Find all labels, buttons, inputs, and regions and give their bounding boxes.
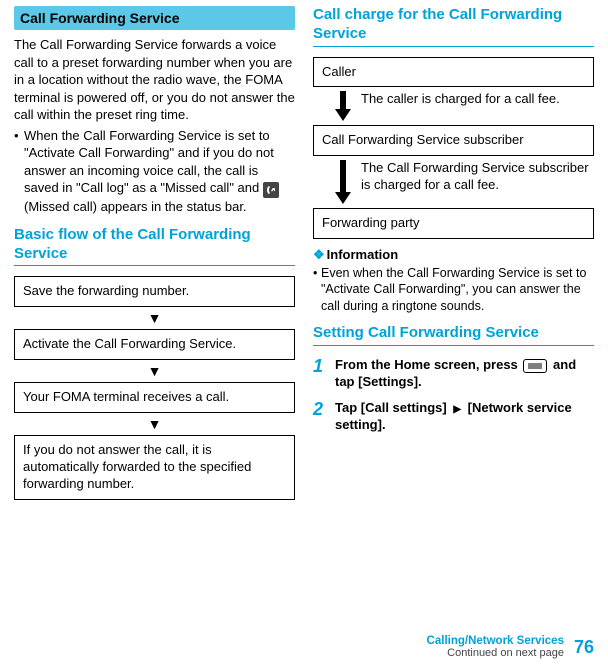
call-charge-heading: Call charge for the Call Forwarding Serv…: [313, 6, 594, 46]
footer-continued: Continued on next page: [427, 647, 564, 659]
charge-text: The Call Forwarding Service subscriber i…: [355, 160, 594, 194]
charge-row: The Call Forwarding Service subscriber i…: [313, 156, 594, 208]
step-number: 1: [313, 356, 335, 391]
information-label: Information: [327, 247, 399, 262]
charge-box-caller: Caller: [313, 57, 594, 88]
information-heading: ❖Information: [313, 247, 594, 263]
intro-text: The Call Forwarding Service forwards a v…: [14, 36, 295, 124]
down-arrow-icon: [331, 91, 355, 121]
charge-row: The caller is charged for a call fee.: [313, 87, 594, 125]
triangle-icon: ▶: [453, 404, 461, 415]
bullet-post: (Missed call) appears in the status bar.: [24, 199, 247, 214]
flow-arrow-icon: ▼: [14, 311, 295, 325]
setting-heading: Setting Call Forwarding Service: [313, 324, 594, 345]
bullet-dot: •: [313, 265, 321, 314]
bullet-pre: When the Call Forwarding Service is set …: [24, 128, 274, 196]
step-1: 1 From the Home screen, press and tap [S…: [313, 356, 594, 391]
flow-step: Your FOMA terminal receives a call.: [14, 382, 295, 413]
footer-service: Calling/Network Services: [427, 635, 564, 647]
flow-step: Save the forwarding number.: [14, 276, 295, 307]
charge-box-subscriber: Call Forwarding Service subscriber: [313, 125, 594, 156]
footer-page-number: 76: [574, 637, 594, 658]
clover-icon: ❖: [313, 247, 325, 262]
step-body: From the Home screen, press and tap [Set…: [335, 356, 594, 391]
flow-arrow-icon: ▼: [14, 417, 295, 431]
step-text-pre: From the Home screen, press: [335, 357, 521, 372]
charge-box-forwarding: Forwarding party: [313, 208, 594, 239]
flow-step: If you do not answer the call, it is aut…: [14, 435, 295, 500]
info-bullet: • Even when the Call Forwarding Service …: [313, 265, 594, 314]
info-bullet-text: Even when the Call Forwarding Service is…: [321, 265, 594, 314]
step-2: 2 Tap [Call settings] ▶ [Network service…: [313, 399, 594, 434]
section-banner: Call Forwarding Service: [14, 6, 295, 30]
step-text-pre: Tap [Call settings]: [335, 400, 450, 415]
step-number: 2: [313, 399, 335, 434]
bullet-dot: •: [14, 127, 24, 216]
basic-flow-heading: Basic flow of the Call Forwarding Servic…: [14, 226, 295, 266]
down-arrow-icon: [331, 160, 355, 204]
intro-bullet: • When the Call Forwarding Service is se…: [14, 127, 295, 216]
missed-call-icon: [263, 182, 279, 198]
step-body: Tap [Call settings] ▶ [Network service s…: [335, 399, 594, 434]
page-footer: Calling/Network Services Continued on ne…: [427, 635, 594, 659]
flow-step: Activate the Call Forwarding Service.: [14, 329, 295, 360]
intro-paragraph: The Call Forwarding Service forwards a v…: [14, 36, 295, 124]
menu-key-icon: [523, 359, 547, 373]
bullet-content: When the Call Forwarding Service is set …: [24, 127, 295, 216]
charge-text: The caller is charged for a call fee.: [355, 91, 594, 108]
flow-arrow-icon: ▼: [14, 364, 295, 378]
